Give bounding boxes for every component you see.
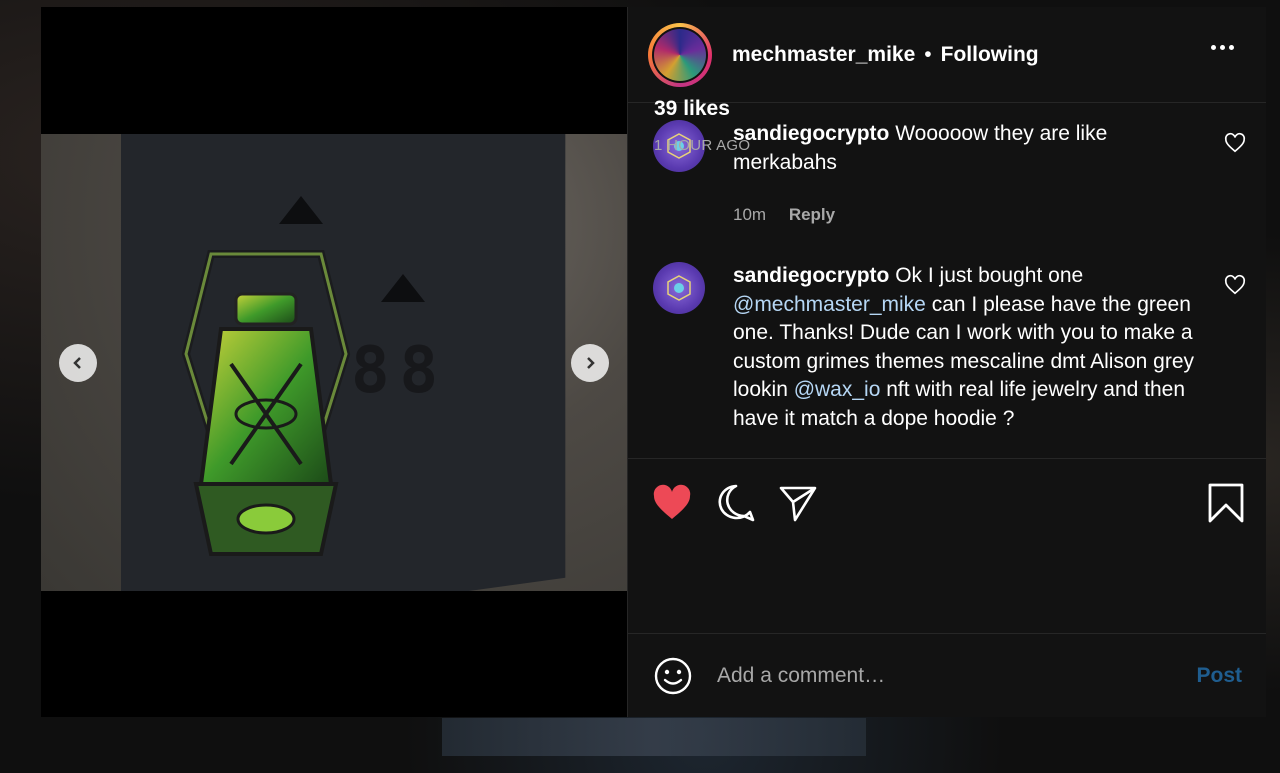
post-modal: 88 mechmaster_mike • Following sandiegoc… bbox=[41, 7, 1266, 717]
post-photo: 88 bbox=[41, 134, 627, 591]
chevron-left-icon bbox=[73, 357, 81, 369]
more-options-button[interactable] bbox=[1211, 45, 1234, 50]
post-timestamp[interactable]: 1 HOUR AGO bbox=[654, 137, 750, 154]
previous-photo-button[interactable] bbox=[59, 344, 97, 382]
reply-button[interactable]: Reply bbox=[789, 205, 835, 224]
paper-plane-icon[interactable] bbox=[778, 483, 818, 523]
comment-like-heart-icon[interactable] bbox=[1224, 274, 1246, 296]
heart-filled-icon[interactable] bbox=[652, 483, 692, 523]
more-horizontal-icon bbox=[1211, 45, 1216, 50]
post-comment-button[interactable]: Post bbox=[1196, 664, 1242, 688]
author-avatar[interactable] bbox=[648, 22, 712, 87]
following-button[interactable]: Following bbox=[941, 43, 1039, 67]
post-media: 88 bbox=[41, 7, 627, 717]
chevron-right-icon bbox=[587, 357, 595, 369]
background-thumbnail bbox=[442, 718, 866, 756]
comment-time: 10m bbox=[733, 205, 767, 224]
lantern-pin-illustration bbox=[181, 250, 351, 556]
post-header: mechmaster_mike • Following bbox=[628, 7, 1266, 103]
comment-input[interactable] bbox=[717, 663, 1157, 688]
comment-text: Ok I just bought one bbox=[895, 264, 1084, 287]
photo-card-digits: 88 bbox=[351, 334, 449, 408]
post-side-panel: mechmaster_mike • Following sandiegocryp… bbox=[627, 7, 1266, 717]
comments-list[interactable]: sandiegocrypto Wooooow they are like mer… bbox=[628, 103, 1266, 459]
comment-username[interactable]: sandiegocrypto bbox=[733, 122, 889, 145]
comment-bubble-icon[interactable] bbox=[716, 483, 756, 523]
next-photo-button[interactable] bbox=[571, 344, 609, 382]
commenter-avatar[interactable] bbox=[653, 262, 705, 314]
mention-link[interactable]: @mechmaster_mike bbox=[733, 293, 926, 316]
post-actions bbox=[628, 459, 1266, 547]
comment-username[interactable]: sandiegocrypto bbox=[733, 264, 889, 287]
author-avatar-image bbox=[654, 28, 706, 81]
comment-like-heart-icon[interactable] bbox=[1224, 132, 1246, 154]
mention-link[interactable]: @wax_io bbox=[794, 378, 881, 401]
author-username[interactable]: mechmaster_mike bbox=[732, 43, 915, 67]
bookmark-icon[interactable] bbox=[1206, 483, 1246, 523]
smiley-icon[interactable] bbox=[653, 656, 693, 696]
comment-item: sandiegocrypto Ok I just bought one @mec… bbox=[653, 262, 1246, 433]
photo-card-triangle bbox=[279, 196, 323, 224]
likes-count[interactable]: 39 likes bbox=[654, 97, 730, 121]
comment-composer: Post bbox=[628, 633, 1266, 717]
photo-card-triangle bbox=[381, 274, 425, 302]
commenter-avatar-icon bbox=[667, 275, 691, 301]
header-separator: • bbox=[924, 42, 932, 66]
